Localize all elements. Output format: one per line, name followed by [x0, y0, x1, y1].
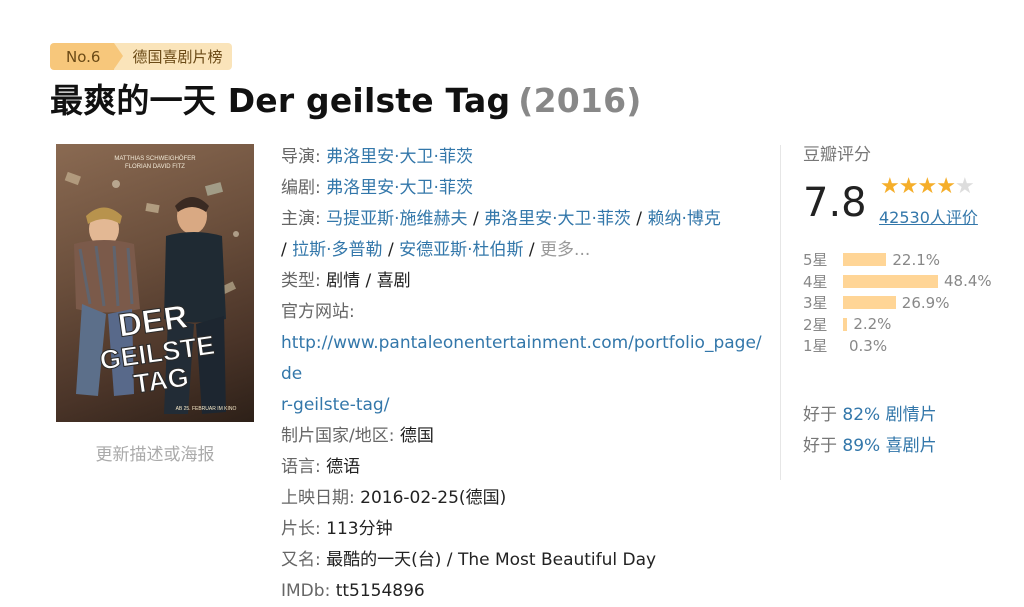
cast-row: 主演: 马提亚斯·施维赫夫 / 弗洛里安·大卫·菲茨 / 赖纳·博克 — [281, 204, 769, 235]
director-link[interactable]: 弗洛里安·大卫·菲茨 — [326, 147, 473, 167]
country-label: 制片国家/地区: — [281, 426, 395, 446]
rating-bar-label: 4星 — [803, 272, 828, 291]
rating-bar-row: 4星 48.4% — [803, 271, 1003, 293]
runtime-row: 片长: 113分钟 — [281, 514, 769, 545]
rating-bar-row: 5星 22.1% — [803, 249, 1003, 271]
cast-separator: / — [281, 240, 293, 260]
cast-row-continued: / 拉斯·多普勒 / 安德亚斯·杜伯斯 / 更多... — [281, 235, 769, 266]
aka-value: 最酷的一天(台) / The Most Beautiful Day — [326, 550, 657, 570]
cast-link[interactable]: 马提亚斯·施维赫夫 — [326, 209, 467, 229]
rank-list-name[interactable]: 德国喜剧片榜 — [114, 43, 233, 70]
rating-bar-percent: 0.3% — [849, 336, 888, 355]
cast-more-link[interactable]: 更多... — [540, 240, 590, 260]
section-divider — [780, 145, 781, 480]
aka-label: 又名: — [281, 550, 321, 570]
better-than-row: 好于 82% 剧情片 — [803, 400, 937, 431]
rating-bar — [843, 296, 896, 310]
star-icon: ★ — [917, 174, 937, 199]
poster-date: AB 25. FEBRUAR IM KINO — [176, 406, 237, 412]
ranking-badge[interactable]: No.6 德国喜剧片榜 — [50, 43, 233, 70]
cast-link[interactable]: 拉斯·多普勒 — [292, 240, 382, 260]
rating-bar-label: 5星 — [803, 251, 828, 270]
rating-bar-percent: 48.4% — [944, 272, 992, 291]
writer-label: 编剧: — [281, 178, 321, 198]
star-icon: ★ — [936, 174, 956, 199]
movie-poster[interactable]: MATTHIAS SCHWEIGHÖFER FLORIAN DAVID FITZ… — [56, 144, 254, 422]
rating-bar-label: 2星 — [803, 315, 828, 334]
rating-bar-percent: 2.2% — [853, 315, 892, 334]
better-than: 好于 82% 剧情片 好于 89% 喜剧片 — [803, 400, 937, 462]
cast-separator: / — [467, 209, 485, 229]
movie-year: (2016) — [518, 81, 642, 120]
rating-bar — [843, 274, 938, 288]
cast-separator: / — [382, 240, 400, 260]
release-value: 2016-02-25(德国) — [360, 488, 507, 508]
update-poster-link[interactable]: 更新描述或海报 — [56, 440, 254, 465]
writer-row: 编剧: 弗洛里安·大卫·菲茨 — [281, 173, 769, 204]
imdb-row: IMDb: tt5154896 — [281, 576, 769, 607]
poster-credits-1: MATTHIAS SCHWEIGHÖFER — [114, 155, 196, 162]
rating-bar-label: 3星 — [803, 294, 828, 313]
better-than-prefix: 好于 — [803, 436, 843, 456]
imdb-label: IMDb: — [281, 581, 331, 601]
poster-credits-2: FLORIAN DAVID FITZ — [125, 164, 185, 170]
rating-bar-percent: 22.1% — [892, 250, 941, 269]
star-icon: ★ — [880, 174, 900, 199]
release-row: 上映日期: 2016-02-25(德国) — [281, 483, 769, 514]
star-icon: ★ — [954, 174, 975, 199]
country-value: 德国 — [399, 426, 434, 446]
movie-info: 导演: 弗洛里安·大卫·菲茨 编剧: 弗洛里安·大卫·菲茨 主演: 马提亚斯·施… — [281, 142, 769, 607]
site-url-row: http://www.pantaleonentertainment.com/po… — [281, 328, 769, 390]
cast-link[interactable]: 弗洛里安·大卫·菲茨 — [484, 209, 631, 229]
site-label: 官方网站: — [281, 302, 355, 322]
rank-number: No.6 — [50, 43, 124, 70]
cast-label: 主演: — [281, 209, 321, 229]
rating-bar-row: 1星 0.3% — [803, 335, 1003, 357]
rating-bar-row: 3星 26.9% — [803, 292, 1003, 314]
star-icon: ★ — [898, 174, 919, 199]
rating-bar — [843, 317, 848, 331]
language-row: 语言: 德语 — [281, 452, 769, 483]
director-row: 导演: 弗洛里安·大卫·菲茨 — [281, 142, 769, 173]
rating-distribution: 5星 22.1% 4星 48.4% 3星 26.9% 2星 2.2% 1星 0.3% — [803, 249, 1003, 357]
language-value: 德语 — [326, 457, 361, 477]
director-label: 导演: — [281, 147, 321, 167]
writer-link[interactable]: 弗洛里安·大卫·菲茨 — [326, 178, 473, 198]
country-row: 制片国家/地区: 德国 — [281, 421, 769, 452]
better-than-link[interactable]: 82% 剧情片 — [842, 405, 936, 425]
star-rating: ★★★★★ — [880, 174, 975, 199]
aka-row: 又名: 最酷的一天(台) / The Most Beautiful Day — [281, 545, 769, 576]
poster-image: MATTHIAS SCHWEIGHÖFER FLORIAN DAVID FITZ… — [64, 155, 239, 414]
rating-bar-row: 2星 2.2% — [803, 314, 1003, 336]
language-label: 语言: — [281, 457, 321, 477]
rating-bar — [843, 253, 887, 267]
better-than-link[interactable]: 89% 喜剧片 — [842, 436, 936, 456]
better-than-row: 好于 89% 喜剧片 — [803, 431, 937, 462]
site-row: 官方网站: — [281, 297, 769, 328]
rating-panel: 豆瓣评分 7.8 ★★★★★ 42530人评价 5星 22.1% 4星 48.4% 3星… — [803, 140, 1003, 456]
release-label: 上映日期: — [281, 488, 355, 508]
cast-separator: / — [523, 240, 541, 260]
runtime-label: 片长: — [281, 519, 321, 539]
rating-title: 豆瓣评分 — [803, 145, 871, 165]
site-url-row-2: r-geilste-tag/ — [281, 390, 769, 421]
votes-link[interactable]: 42530人评价 — [879, 204, 978, 228]
genre-label: 类型: — [281, 271, 321, 291]
genre-value: 剧情 / 喜剧 — [326, 271, 411, 291]
rating-bar-percent: 26.9% — [901, 293, 950, 312]
rating-bar-label: 1星 — [803, 337, 828, 356]
official-site-link-part2[interactable]: r-geilste-tag/ — [281, 395, 389, 415]
better-than-prefix: 好于 — [803, 405, 843, 425]
imdb-value: tt5154896 — [335, 581, 425, 601]
runtime-value: 113分钟 — [326, 519, 393, 539]
movie-title: 最爽的一天 Der geilste Tag — [50, 81, 511, 120]
cast-link[interactable]: 安德亚斯·杜伯斯 — [399, 240, 523, 260]
page-title: 最爽的一天 Der geilste Tag (2016) — [50, 74, 642, 122]
rating-score: 7.8 — [803, 180, 867, 226]
genre-row: 类型: 剧情 / 喜剧 — [281, 266, 769, 297]
official-site-link-part1[interactable]: http://www.pantaleonentertainment.com/po… — [281, 333, 762, 384]
cast-separator: / — [630, 209, 648, 229]
cast-link[interactable]: 赖纳·博克 — [647, 209, 720, 229]
